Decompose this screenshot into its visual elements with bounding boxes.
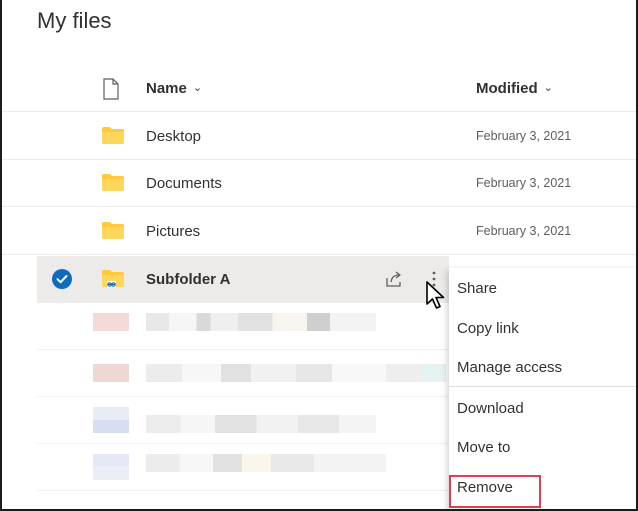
- blurred-content: [146, 454, 386, 472]
- row-name[interactable]: Pictures: [146, 223, 200, 240]
- file-icon[interactable]: [102, 78, 120, 100]
- menu-item-manage-access[interactable]: Manage access: [449, 348, 638, 388]
- blurred-content: [146, 364, 446, 382]
- folder-icon: [102, 222, 124, 239]
- table-row-pictures[interactable]: Pictures February 3, 2021: [0, 208, 638, 255]
- list-item[interactable]: [37, 397, 449, 444]
- column-header-name-label: Name: [146, 80, 187, 97]
- page-title: My files: [37, 8, 112, 33]
- mouse-pointer-icon: [426, 281, 445, 309]
- shared-folder-icon: [102, 270, 124, 288]
- blurred-content: [146, 415, 376, 433]
- blurred-content: [93, 313, 129, 331]
- column-header-row: Name ⌄ Modified ⌄: [0, 66, 638, 112]
- blurred-content: [93, 364, 129, 382]
- table-row-documents[interactable]: Documents February 3, 2021: [0, 160, 638, 207]
- list-item[interactable]: [37, 350, 449, 397]
- folder-icon: [102, 174, 124, 191]
- table-row-desktop[interactable]: Desktop February 3, 2021: [0, 113, 638, 160]
- menu-item-move-to[interactable]: Move to: [449, 428, 638, 468]
- row-name[interactable]: Desktop: [146, 128, 201, 145]
- column-header-modified[interactable]: Modified ⌄: [476, 80, 553, 97]
- blurred-content: [93, 454, 129, 480]
- share-icon[interactable]: [384, 269, 404, 289]
- blurred-content: [93, 407, 129, 433]
- chevron-down-icon: ⌄: [192, 82, 203, 94]
- list-item[interactable]: [37, 303, 449, 350]
- checkmark-circle-icon[interactable]: [52, 269, 72, 289]
- folder-icon: [102, 127, 124, 144]
- table-row-subfolder-a[interactable]: Subfolder A: [37, 256, 449, 303]
- column-header-modified-label: Modified: [476, 80, 538, 97]
- chevron-down-icon: ⌄: [543, 82, 553, 94]
- row-modified: February 3, 2021: [476, 224, 572, 238]
- row-modified: February 3, 2021: [476, 176, 572, 190]
- column-header-name[interactable]: Name ⌄: [146, 80, 202, 97]
- row-name[interactable]: Subfolder A: [146, 271, 230, 288]
- row-name[interactable]: Documents: [146, 175, 222, 192]
- row-modified: February 3, 2021: [476, 129, 572, 143]
- menu-item-copy-link[interactable]: Copy link: [449, 309, 638, 349]
- blurred-content: [146, 313, 376, 331]
- menu-item-download[interactable]: Download: [449, 389, 638, 429]
- list-item[interactable]: [37, 444, 449, 491]
- highlight-box: [449, 475, 541, 508]
- menu-item-share[interactable]: Share: [449, 269, 638, 309]
- menu-divider: [449, 386, 638, 387]
